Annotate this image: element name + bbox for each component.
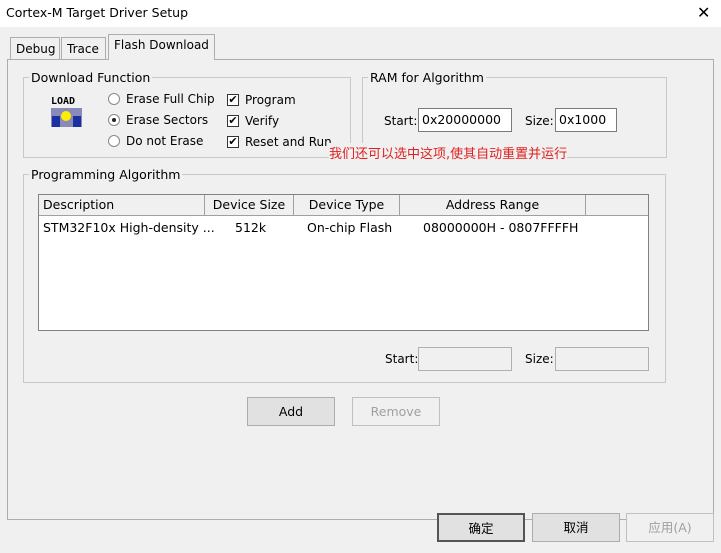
algo-start-input[interactable]	[418, 347, 512, 371]
cell-device-type: On-chip Flash	[307, 220, 393, 235]
radio-label: Do not Erase	[126, 134, 204, 148]
radio-do-not-erase[interactable]: Do not Erase	[108, 134, 203, 148]
close-icon[interactable]: ✕	[697, 3, 710, 22]
remove-button[interactable]: Remove	[352, 397, 440, 426]
radio-selected-icon	[108, 114, 120, 126]
check-icon: ✔	[227, 114, 239, 127]
cell-address-range: 08000000H - 0807FFFFH	[423, 220, 579, 235]
checkbox-label: Program	[245, 93, 296, 107]
add-button[interactable]: Add	[247, 397, 335, 426]
radio-circle-icon	[108, 135, 120, 147]
radio-circle-icon	[108, 93, 120, 105]
column-header-address-range[interactable]: Address Range	[400, 195, 586, 216]
radio-erase-full-chip[interactable]: Erase Full Chip	[108, 92, 215, 106]
algorithm-list[interactable]: Description Device Size Device Type Addr…	[38, 194, 649, 331]
checkbox-label: Reset and Run	[245, 135, 332, 149]
ram-start-label: Start:	[384, 114, 418, 128]
checkbox-program[interactable]: ✔ Program	[227, 93, 296, 107]
radio-erase-sectors[interactable]: Erase Sectors	[108, 113, 208, 127]
radio-label: Erase Sectors	[126, 113, 209, 127]
algo-size-input[interactable]	[555, 347, 649, 371]
cancel-button[interactable]: 取消	[532, 513, 620, 542]
checkbox-label: Verify	[245, 114, 280, 128]
ram-start-input[interactable]: 0x20000000	[418, 108, 512, 132]
tab-debug[interactable]: Debug	[10, 37, 60, 60]
tab-trace[interactable]: Trace	[61, 37, 106, 60]
radio-label: Erase Full Chip	[126, 92, 215, 106]
download-function-legend: Download Function	[31, 70, 151, 85]
column-header-description[interactable]: Description	[39, 195, 205, 216]
algo-start-label: Start:	[385, 352, 419, 366]
tab-flash-download[interactable]: Flash Download	[108, 34, 215, 60]
annotation-text: 我们还可以选中这项,使其自动重置并运行	[329, 143, 568, 162]
algo-size-label: Size:	[525, 352, 554, 366]
ram-size-input[interactable]: 0x1000	[555, 108, 617, 132]
column-header-device-type[interactable]: Device Type	[294, 195, 400, 216]
cell-description: STM32F10x High-density ...	[43, 220, 215, 235]
load-icon: LOAD	[51, 97, 82, 129]
title-bar: Cortex-M Target Driver Setup ✕	[0, 0, 721, 27]
column-header-empty	[586, 195, 648, 216]
check-icon: ✔	[227, 135, 239, 148]
ok-button[interactable]: 确定	[437, 513, 525, 542]
checkbox-verify[interactable]: ✔ Verify	[227, 114, 279, 128]
checkbox-reset-and-run[interactable]: ✔ Reset and Run	[227, 135, 332, 149]
ram-size-label: Size:	[525, 114, 554, 128]
apply-button[interactable]: 应用(A)	[626, 513, 714, 542]
column-header-device-size[interactable]: Device Size	[205, 195, 294, 216]
cell-device-size: 512k	[235, 220, 267, 235]
check-icon: ✔	[227, 93, 239, 106]
ram-legend: RAM for Algorithm	[370, 70, 484, 85]
window-title: Cortex-M Target Driver Setup	[6, 5, 189, 20]
programming-algorithm-legend: Programming Algorithm	[31, 167, 181, 182]
